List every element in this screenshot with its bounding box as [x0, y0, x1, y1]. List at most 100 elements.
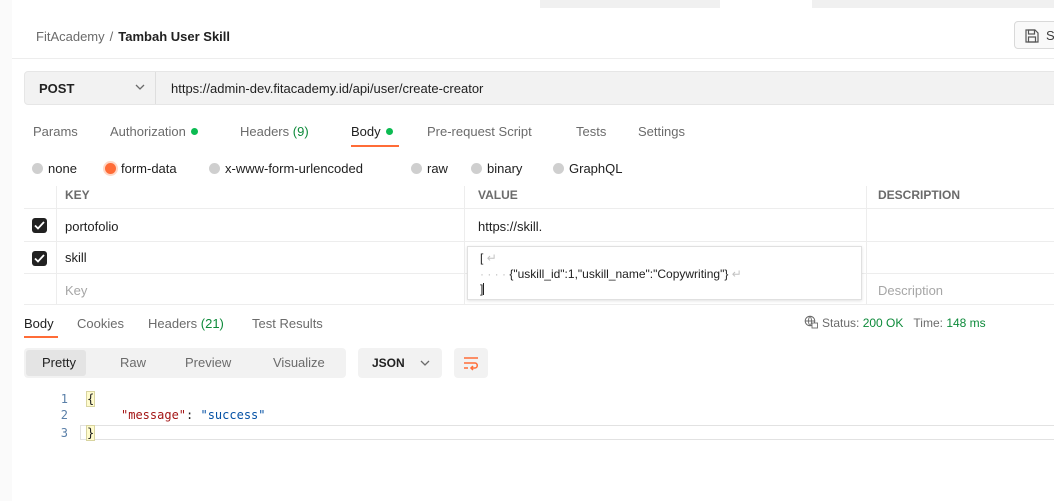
wrap-lines-button[interactable]	[454, 348, 488, 378]
json-entry: "message": "success"	[121, 408, 266, 422]
code-line: 1 {	[24, 391, 1054, 407]
method-select[interactable]: POST	[25, 72, 156, 104]
wrap-lines-icon	[464, 357, 478, 371]
table-row: portofolio https://skill.	[24, 209, 1054, 242]
format-label: JSON	[372, 356, 405, 370]
tab-label: Settings	[638, 124, 685, 139]
chevron-down-icon	[420, 360, 430, 366]
tab-test-results[interactable]: Test Results	[252, 316, 323, 331]
body-type-x-www-form-urlencoded[interactable]: x-www-form-urlencoded	[209, 161, 363, 176]
view-pretty[interactable]: Pretty	[42, 355, 76, 370]
url-input[interactable]: https://admin-dev.fitacademy.id/api/user…	[171, 81, 483, 96]
tab-cookies[interactable]: Cookies	[77, 316, 124, 331]
table-header-row: KEY VALUE DESCRIPTION	[24, 186, 1054, 209]
tab-authorization[interactable]: Authorization	[110, 124, 198, 139]
radio-label: binary	[487, 161, 523, 176]
indent-marker: · · · ·	[480, 267, 506, 281]
value-editor[interactable]: [ ↵ · · · · {"uskill_id":1,"uskill_name"…	[467, 246, 862, 300]
current-line-highlight	[80, 425, 1054, 440]
tab-label: Tests	[576, 124, 607, 139]
view-mode-group: Pretty Raw Preview Visualize	[24, 348, 346, 378]
line-number: 1	[60, 392, 68, 406]
row-checkbox[interactable]	[32, 251, 47, 266]
description-cell[interactable]	[866, 209, 1054, 241]
text-cursor	[483, 283, 485, 295]
body-type-raw[interactable]: raw	[411, 161, 448, 176]
body-type-graphql[interactable]: GraphQL	[553, 161, 622, 176]
save-icon	[1025, 29, 1039, 43]
param-key: portofolio	[65, 219, 119, 234]
breadcrumb-request-name[interactable]: Tambah User Skill	[118, 29, 230, 44]
view-preview[interactable]: Preview	[185, 355, 231, 370]
tab-label: Headers	[240, 124, 290, 139]
active-tab-indicator	[24, 336, 58, 338]
editor-text: {"uskill_id":1,"uskill_name":"Copywritin…	[509, 267, 729, 281]
radio-icon	[553, 163, 564, 174]
radio-icon	[209, 163, 220, 174]
code-line: 2 "message": "success"	[24, 408, 1054, 423]
tab-label: Authorization	[110, 124, 186, 139]
json-open-brace: {	[85, 391, 96, 407]
description-cell[interactable]	[866, 242, 1054, 273]
body-type-none[interactable]: none	[32, 161, 77, 176]
radio-icon	[411, 163, 422, 174]
response-tabs: Body Cookies Headers (21) Test Results S…	[24, 315, 1054, 340]
description-placeholder: Description	[878, 283, 944, 298]
breadcrumb: FitAcademy / Tambah User Skill	[36, 29, 230, 44]
sidebar-edge	[0, 0, 12, 501]
json-value: "success"	[200, 408, 266, 422]
view-visualize[interactable]: Visualize	[273, 355, 325, 370]
tab-count: (21)	[200, 316, 224, 331]
format-select[interactable]: JSON	[358, 348, 442, 378]
tab-response-headers[interactable]: Headers (21)	[148, 316, 224, 331]
body-type-binary[interactable]: binary	[471, 161, 522, 176]
radio-icon	[471, 163, 482, 174]
globe-icon[interactable]	[804, 315, 818, 329]
table-header-cell: DESCRIPTION	[866, 186, 1054, 208]
column-header-description: DESCRIPTION	[878, 188, 961, 202]
save-button-label: S	[1046, 28, 1054, 43]
view-raw[interactable]: Raw	[120, 355, 146, 370]
key-cell[interactable]: portofolio	[56, 209, 464, 241]
tab-params[interactable]: Params	[33, 124, 78, 139]
radio-label: form-data	[121, 161, 177, 176]
value-cell[interactable]: https://skill.	[464, 209, 866, 241]
key-cell[interactable]: Key	[56, 274, 464, 304]
breadcrumb-separator: /	[109, 29, 114, 44]
url-bar: POST https://admin-dev.fitacademy.id/api…	[24, 71, 1054, 105]
radio-label: x-www-form-urlencoded	[225, 161, 363, 176]
body-type-form-data[interactable]: form-data	[105, 161, 177, 176]
status-dot	[385, 128, 393, 135]
tab-label: Params	[33, 124, 78, 139]
postman-window: FitAcademy / Tambah User Skill S POST http…	[0, 0, 1054, 501]
row-checkbox[interactable]	[32, 218, 47, 233]
tab-pre-request-script[interactable]: Pre-request Script	[427, 124, 532, 139]
description-cell[interactable]: Description	[866, 274, 1054, 304]
tab-headers[interactable]: Headers (9)	[240, 124, 309, 139]
tab-label: Headers	[148, 316, 198, 331]
tab-tests[interactable]: Tests	[576, 124, 606, 139]
status-label: Status:	[822, 316, 860, 330]
key-cell[interactable]: skill	[56, 242, 464, 273]
json-close-brace: }	[85, 425, 96, 441]
column-header-key: KEY	[65, 188, 90, 202]
request-header: FitAcademy / Tambah User Skill S	[12, 12, 1054, 59]
check-icon	[34, 221, 45, 230]
param-key: skill	[65, 250, 87, 265]
tab-response-body[interactable]: Body	[24, 316, 54, 331]
tab-settings[interactable]: Settings	[638, 124, 685, 139]
time-value[interactable]: 148 ms	[946, 316, 985, 330]
radio-label: raw	[427, 161, 448, 176]
json-key: "message"	[121, 408, 187, 422]
row-check-cell	[24, 209, 56, 241]
line-number: 2	[60, 408, 68, 422]
breadcrumb-collection[interactable]: FitAcademy	[36, 29, 105, 44]
status-value[interactable]: 200 OK	[863, 316, 904, 330]
editor-text: [	[480, 251, 484, 265]
editor-line: ]	[480, 282, 485, 296]
table-header-cell: KEY	[56, 186, 464, 208]
top-strip-segment	[812, 0, 1054, 8]
save-button[interactable]: S	[1014, 21, 1054, 49]
tab-body[interactable]: Body	[351, 124, 393, 139]
radio-label: none	[48, 161, 77, 176]
